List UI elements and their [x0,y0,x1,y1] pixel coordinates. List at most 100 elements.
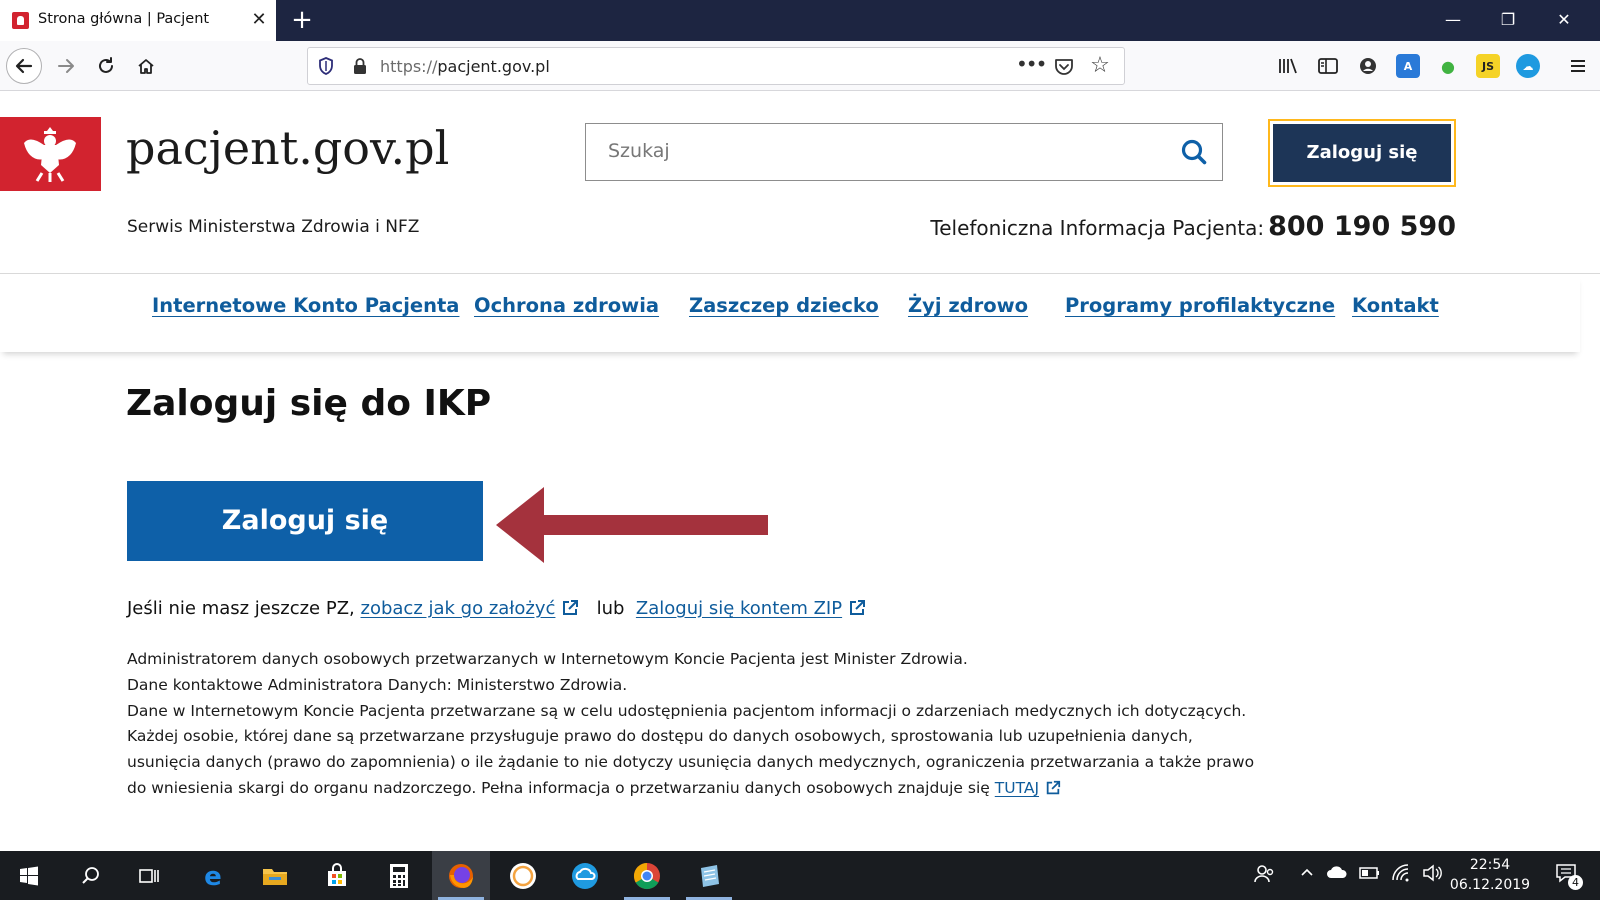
start-button[interactable] [0,851,58,900]
search-box[interactable]: Szukaj [585,123,1223,181]
tutaj-link[interactable]: TUTAJ [995,779,1039,797]
clock-time: 22:54 [1469,857,1511,873]
calculator-taskbar-button[interactable] [370,851,428,900]
legal-line: Dane kontaktowe Administratora Danych: M… [127,675,628,694]
back-button[interactable] [6,48,42,84]
nav-item-zyj-zdrowo[interactable]: Żyj zdrowo [908,294,1028,317]
zip-login-link[interactable]: Zaloguj się kontem ZIP [636,598,842,619]
tracking-shield-icon[interactable] [318,57,334,75]
nav-item-kontakt[interactable]: Kontakt [1352,294,1439,317]
main-navigation: Internetowe Konto Pacjenta Ochrona zdrow… [0,274,1580,352]
cloud-extension-icon[interactable]: ☁ [1516,54,1540,78]
chrome-icon [633,862,660,889]
white-eagle-icon [24,127,76,182]
bookmark-star-icon[interactable]: ☆ [1088,54,1112,78]
lock-icon[interactable] [352,57,368,75]
firefox-icon [449,863,473,888]
folder-icon [263,868,287,885]
sidebar-icon [1318,58,1338,74]
search-icon[interactable] [1180,138,1208,166]
forward-button[interactable] [48,48,84,84]
system-clock[interactable]: 22:54 06.12.2019 [1444,855,1536,895]
web-page: pacjent.gov.pl Serwis Ministerstwa Zdrow… [0,91,1600,851]
translate-extension-icon[interactable]: A [1396,54,1420,78]
volume-icon[interactable] [1420,863,1444,887]
library-icon [1279,58,1297,74]
home-button[interactable] [128,48,164,84]
nav-item-ochrona-zdrowia[interactable]: Ochrona zdrowia [474,294,659,317]
gear360-icon [510,862,536,889]
url-bar[interactable]: https://pacjent.gov.pl ••• ☆ [307,47,1125,85]
browser-titlebar: Strona główna | Pacjent ✕ + — ❐ ✕ [0,0,1600,41]
reload-button[interactable] [88,48,124,84]
login-top-focus-ring: Zaloguj się [1268,119,1456,187]
windows-logo-icon [20,866,38,885]
site-logo[interactable] [0,117,101,191]
page-actions-icon[interactable]: ••• [1016,52,1047,80]
chevron-up-icon[interactable] [1295,863,1319,887]
sidebar-button[interactable] [1310,48,1346,84]
no-pz-info: Jeśli nie masz jeszcze PZ, zobacz jak go… [127,598,866,619]
store-icon [328,862,346,886]
store-taskbar-button[interactable] [308,851,366,900]
login-top-button[interactable]: Zaloguj się [1273,124,1451,182]
edge-taskbar-button[interactable]: e [184,851,242,900]
close-window-icon[interactable]: ✕ [1546,8,1582,32]
how-to-create-link[interactable]: zobacz jak go założyć [361,598,556,619]
remote-taskbar-button[interactable] [556,851,614,900]
site-title[interactable]: pacjent.gov.pl [126,121,449,175]
account-button[interactable] [1350,48,1386,84]
login-main-button[interactable]: Zaloguj się [127,481,483,561]
nav-item-ikp[interactable]: Internetowe Konto Pacjenta [152,294,459,317]
file-explorer-taskbar-button[interactable] [246,851,304,900]
pocket-icon[interactable] [1053,56,1075,78]
red-arrow-annotation [496,487,768,563]
reload-icon [99,57,113,73]
wifi-icon[interactable] [1390,863,1414,887]
notes-taskbar-button[interactable] [680,851,738,900]
legal-line: Każdej osobie, której dane są przetwarza… [127,727,1193,746]
phone-number[interactable]: 800 190 590 [1268,211,1456,242]
edge-icon: e [204,863,222,889]
page-heading: Zaloguj się do IKP [126,383,492,424]
restore-icon[interactable]: ❐ [1490,8,1526,32]
task-view-icon [139,868,159,883]
gear360-taskbar-button[interactable] [494,851,552,900]
people-icon[interactable] [1252,863,1276,887]
firefox-taskbar-button[interactable] [432,851,490,900]
search-taskbar-button[interactable] [62,851,120,900]
tab-title: Strona główna | Pacjent [38,11,210,27]
close-tab-icon[interactable]: ✕ [248,9,270,31]
green-extension-icon[interactable]: ● [1436,54,1460,78]
eagle-favicon-icon [12,12,29,29]
screen: Strona główna | Pacjent ✕ + — ❐ ✕ https:… [0,0,1600,900]
minimize-icon[interactable]: — [1435,8,1471,32]
library-button[interactable] [1270,48,1306,84]
browser-tab[interactable]: Strona główna | Pacjent ✕ [0,0,276,41]
js-extension-icon[interactable]: JS [1476,54,1500,78]
battery-icon[interactable] [1358,863,1382,887]
arrow-shape [496,487,768,563]
new-tab-icon[interactable]: + [288,6,316,34]
nav-item-zaszczep-dziecko[interactable]: Zaszczep dziecko [689,294,879,317]
task-view-button[interactable] [120,851,178,900]
url-text[interactable]: https://pacjent.gov.pl [380,57,550,76]
notification-count-badge: 4 [1568,875,1583,890]
onedrive-cloud-icon[interactable] [1325,863,1349,887]
nav-item-programy[interactable]: Programy profilaktyczne [1065,294,1335,317]
windows-taskbar: e 22:54 06.12.2019 4 [0,851,1600,900]
account-icon [1360,58,1376,74]
legal-line: usunięcia danych (prawo do zapomnienia) … [127,753,1255,772]
chrome-taskbar-button[interactable] [618,851,676,900]
patient-phone-info: Telefoniczna Informacja Pacjenta: 800 190… [930,211,1456,242]
menu-button[interactable] [1560,48,1596,84]
action-center-button[interactable]: 4 [1550,863,1584,890]
home-icon [138,59,154,74]
browser-toolbar: https://pacjent.gov.pl ••• ☆ A ● JS ☁ [0,41,1600,91]
search-input[interactable]: Szukaj [608,140,670,162]
svg-text:e: e [204,863,222,889]
external-link-icon [850,600,866,615]
legal-line-last: do wniesienia skargi do organu nadzorcze… [127,776,1247,802]
hamburger-menu-icon [1571,60,1585,72]
search-icon [82,866,99,884]
